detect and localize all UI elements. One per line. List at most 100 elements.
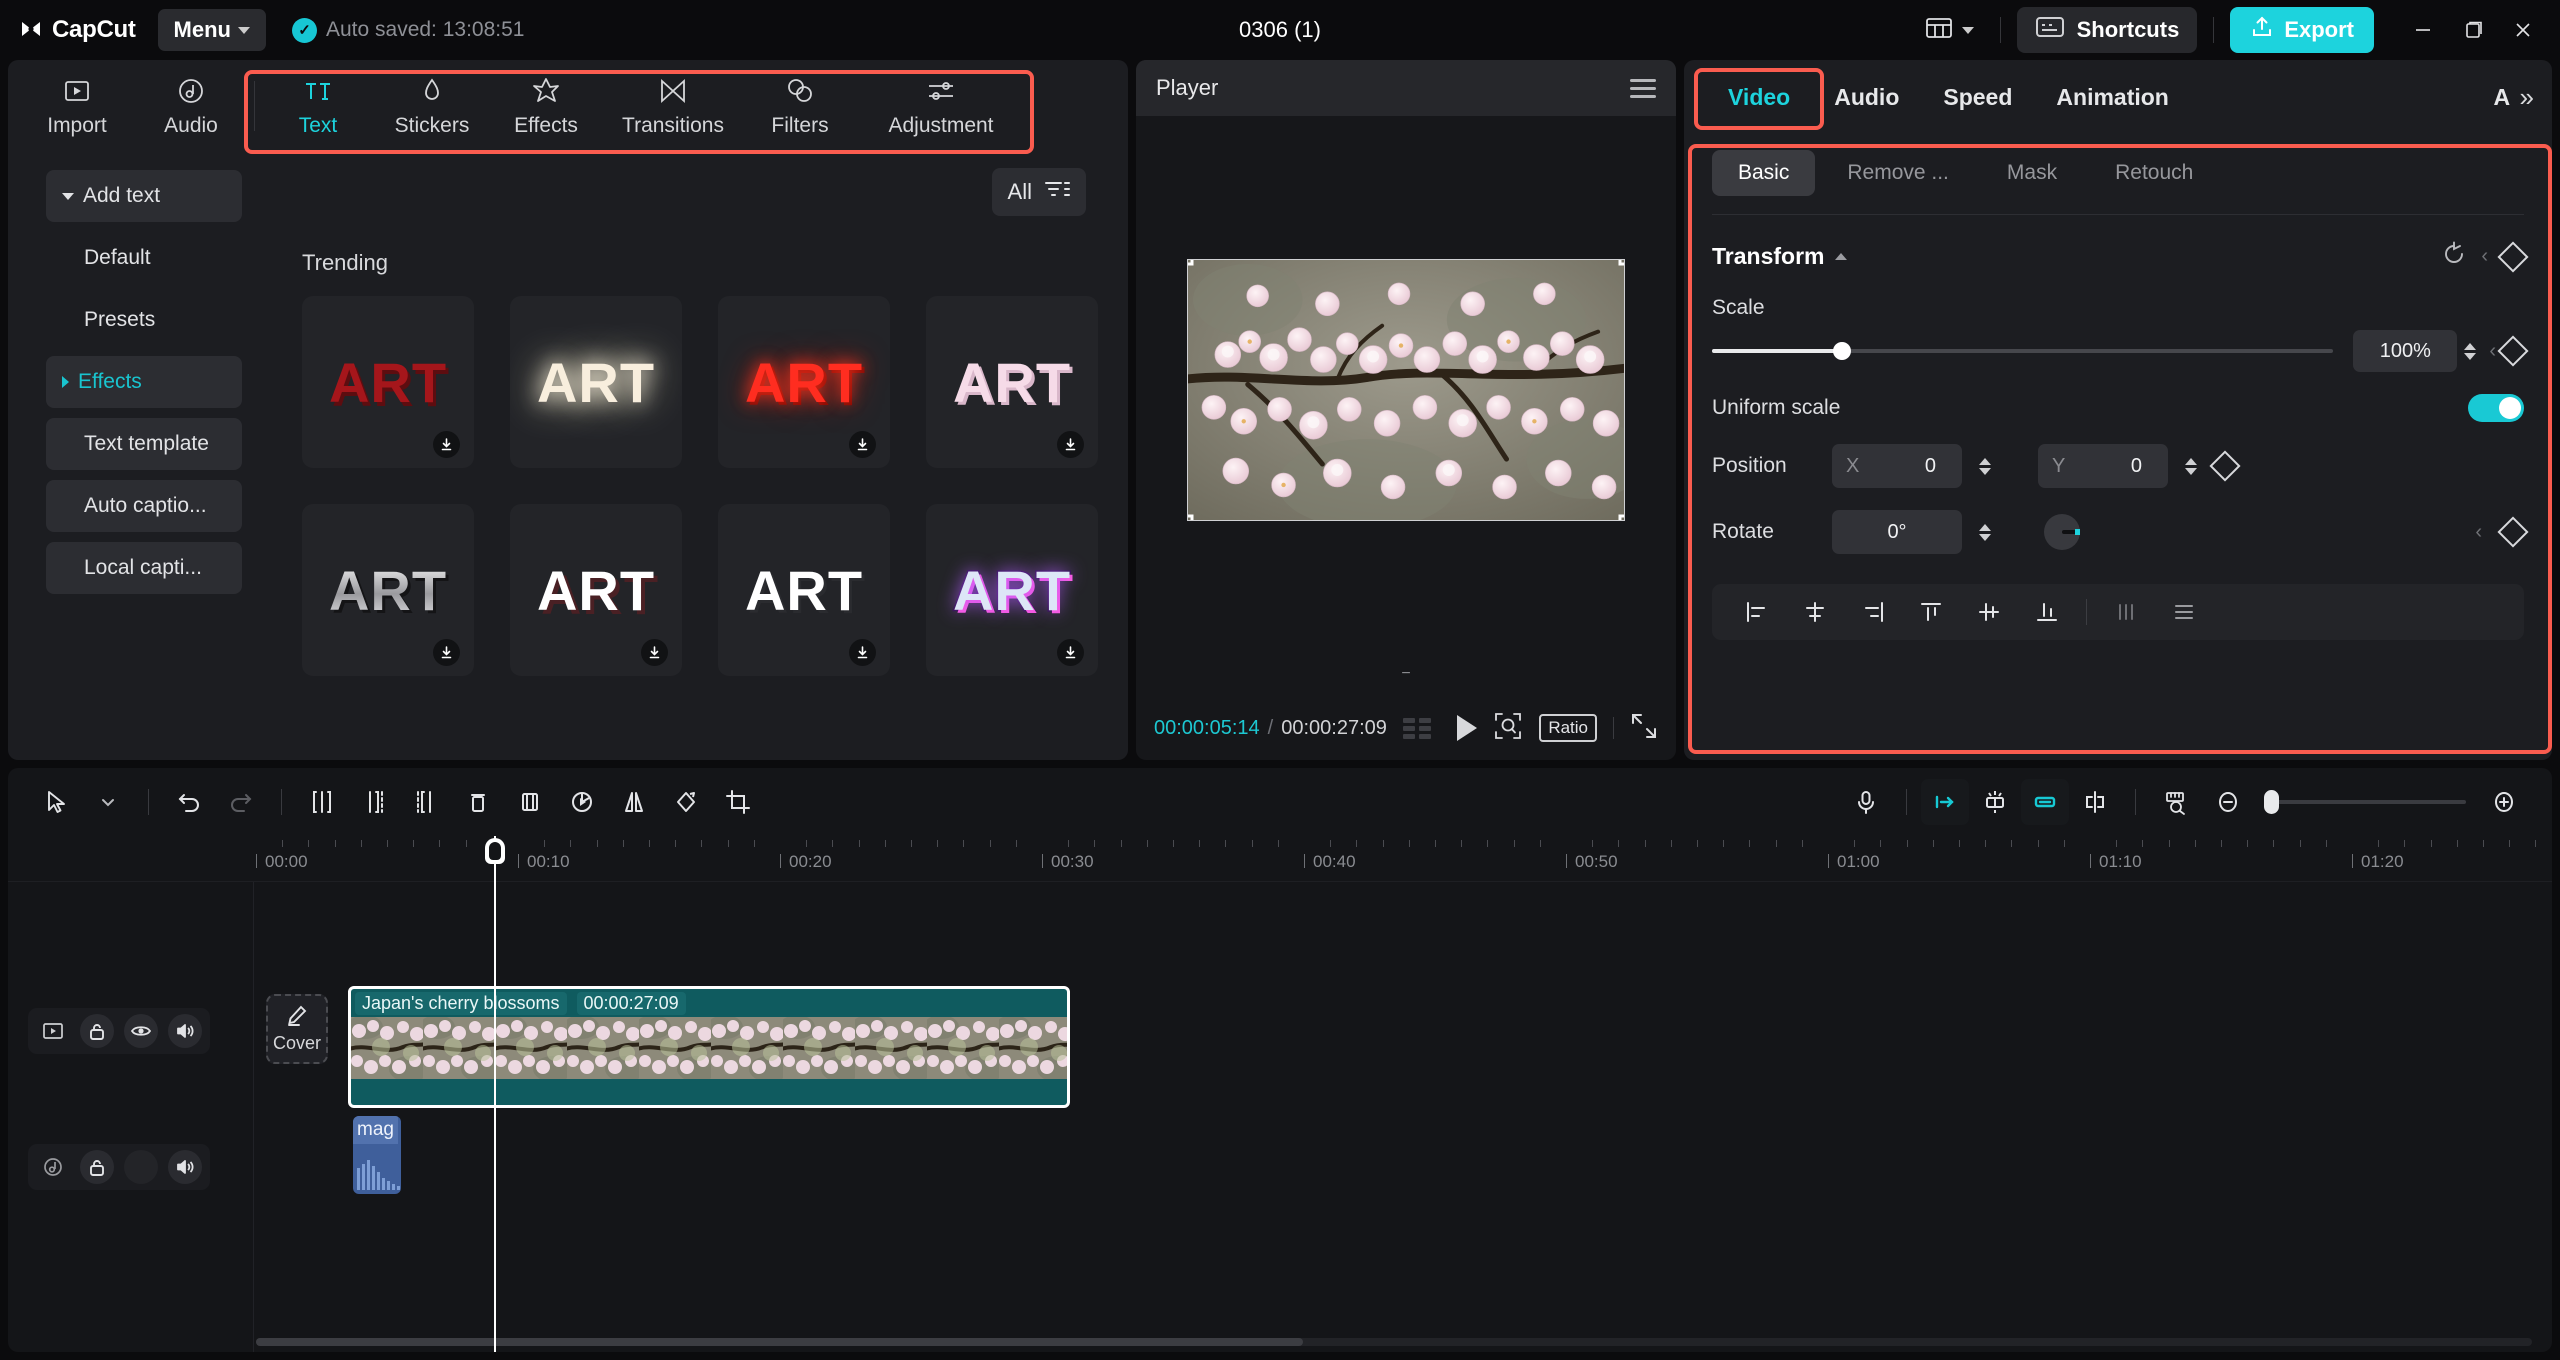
zoom-slider-knob[interactable]: [2264, 790, 2279, 814]
sidebar-item-auto-captions[interactable]: Auto captio...: [46, 480, 242, 532]
ruler-zoom-icon[interactable]: [2150, 779, 2202, 825]
tab-video[interactable]: Video: [1706, 76, 1812, 119]
lock-icon[interactable]: [80, 1014, 114, 1048]
delete-icon[interactable]: [452, 779, 504, 825]
split-view-icon[interactable]: [2069, 779, 2121, 825]
tab-effects[interactable]: Effects: [489, 67, 603, 145]
playhead-handle[interactable]: [485, 838, 505, 864]
keyframe-icon[interactable]: [2497, 516, 2528, 547]
subtab-remove-bg[interactable]: Remove ...: [1821, 150, 1975, 196]
sidebar-item-text-template[interactable]: Text template: [46, 418, 242, 470]
sidebar-item-local-captions[interactable]: Local capti...: [46, 542, 242, 594]
player-menu-icon[interactable]: [1630, 79, 1656, 98]
position-y-stepper[interactable]: [2178, 458, 2204, 475]
filter-all-button[interactable]: All: [992, 168, 1086, 216]
rotate-icon[interactable]: [660, 779, 712, 825]
align-bottom-icon[interactable]: [2018, 589, 2076, 635]
cursor-dropdown-icon[interactable]: [82, 779, 134, 825]
scale-value[interactable]: 100%: [2353, 330, 2457, 372]
snap-left-icon[interactable]: [1921, 779, 1969, 825]
freeze-icon[interactable]: [556, 779, 608, 825]
lock-icon[interactable]: [80, 1150, 114, 1184]
rotate-stepper[interactable]: [1972, 524, 1998, 541]
cover-button[interactable]: Cover: [266, 994, 328, 1064]
tabs-overflow[interactable]: A »: [2494, 82, 2552, 113]
download-icon[interactable]: [433, 639, 460, 666]
resize-handle-br[interactable]: [1612, 508, 1625, 521]
track-thumbnail-icon[interactable]: [36, 1014, 70, 1048]
ratio-button[interactable]: Ratio: [1539, 714, 1597, 742]
text-effect-card[interactable]: ART: [926, 296, 1098, 468]
rotate-dial[interactable]: [2044, 514, 2080, 550]
tab-audio[interactable]: Audio: [134, 67, 248, 145]
scale-slider[interactable]: [1712, 349, 2333, 353]
microphone-icon[interactable]: [1840, 779, 1892, 825]
snap-link-icon[interactable]: [2021, 779, 2069, 825]
subtab-basic[interactable]: Basic: [1712, 150, 1815, 196]
zoom-fit-icon[interactable]: [1493, 711, 1523, 746]
position-x-stepper[interactable]: [1972, 458, 1998, 475]
export-button[interactable]: Export: [2230, 7, 2374, 53]
layout-switcher-button[interactable]: [1915, 10, 1984, 51]
tab-text[interactable]: Text: [261, 67, 375, 145]
crop-icon[interactable]: [712, 779, 764, 825]
scrollbar-thumb[interactable]: [256, 1338, 1303, 1346]
text-effect-card[interactable]: ART: [302, 504, 474, 676]
align-center-horizontal-icon[interactable]: [1786, 589, 1844, 635]
resize-handle-tl[interactable]: [1187, 259, 1200, 272]
tab-import[interactable]: Import: [20, 67, 134, 145]
text-effect-card[interactable]: ART: [926, 504, 1098, 676]
play-button[interactable]: [1457, 715, 1477, 741]
tab-animation[interactable]: Animation: [2034, 76, 2190, 119]
reset-icon[interactable]: [2441, 241, 2467, 272]
tab-stickers[interactable]: Stickers: [375, 67, 489, 145]
keyframe-icon[interactable]: [2497, 335, 2528, 366]
distribute-vertical-icon[interactable]: [2155, 589, 2213, 635]
maximize-button[interactable]: [2450, 9, 2496, 51]
download-icon[interactable]: [1057, 639, 1084, 666]
volume-icon[interactable]: [168, 1014, 202, 1048]
subtab-retouch[interactable]: Retouch: [2089, 150, 2219, 196]
frame-list-icon[interactable]: [1403, 718, 1431, 739]
sidebar-item-add-text[interactable]: Add text: [46, 170, 242, 222]
align-left-icon[interactable]: [1728, 589, 1786, 635]
shortcuts-button[interactable]: Shortcuts: [2017, 7, 2198, 53]
crop-frame-icon[interactable]: [504, 779, 556, 825]
close-button[interactable]: [2500, 9, 2546, 51]
select-cursor-icon[interactable]: [30, 779, 82, 825]
sidebar-item-effects[interactable]: Effects: [46, 356, 242, 408]
uniform-scale-toggle[interactable]: [2468, 394, 2524, 422]
auto-snap-icon[interactable]: [1969, 779, 2021, 825]
distribute-horizontal-icon[interactable]: [2097, 589, 2155, 635]
mirror-icon[interactable]: [608, 779, 660, 825]
keyframe-prev-icon[interactable]: ‹: [2481, 245, 2488, 268]
text-effect-card[interactable]: ART: [510, 296, 682, 468]
align-right-icon[interactable]: [1844, 589, 1902, 635]
chevron-up-icon[interactable]: [1835, 253, 1847, 260]
text-effect-card[interactable]: ART: [718, 504, 890, 676]
trim-right-icon[interactable]: [400, 779, 452, 825]
keyframe-icon[interactable]: [2209, 450, 2240, 481]
playhead[interactable]: [494, 836, 496, 1352]
resize-handle-bl[interactable]: [1187, 508, 1200, 521]
keyframe-prev-icon[interactable]: ‹: [2489, 340, 2496, 363]
tab-filters[interactable]: Filters: [743, 67, 857, 145]
tab-speed[interactable]: Speed: [1921, 76, 2034, 119]
tab-adjustment[interactable]: Adjustment: [857, 67, 1025, 145]
eye-icon[interactable]: [124, 1014, 158, 1048]
audio-clip[interactable]: mag: [353, 1116, 401, 1194]
position-y-field[interactable]: Y 0: [2038, 444, 2168, 488]
download-icon[interactable]: [433, 431, 460, 458]
zoom-out-icon[interactable]: [2202, 779, 2254, 825]
sidebar-item-default[interactable]: Default: [46, 232, 242, 284]
keyframe-icon[interactable]: [2497, 241, 2528, 272]
align-center-vertical-icon[interactable]: [1960, 589, 2018, 635]
text-effect-card[interactable]: ART: [510, 504, 682, 676]
keyframe-prev-icon[interactable]: ‹: [2475, 521, 2482, 544]
download-icon[interactable]: [849, 431, 876, 458]
minimize-button[interactable]: [2400, 9, 2446, 51]
fullscreen-icon[interactable]: [1630, 712, 1658, 745]
rotate-field[interactable]: 0°: [1832, 510, 1962, 554]
scale-stepper[interactable]: [2457, 343, 2483, 360]
blank-icon[interactable]: [124, 1150, 158, 1184]
